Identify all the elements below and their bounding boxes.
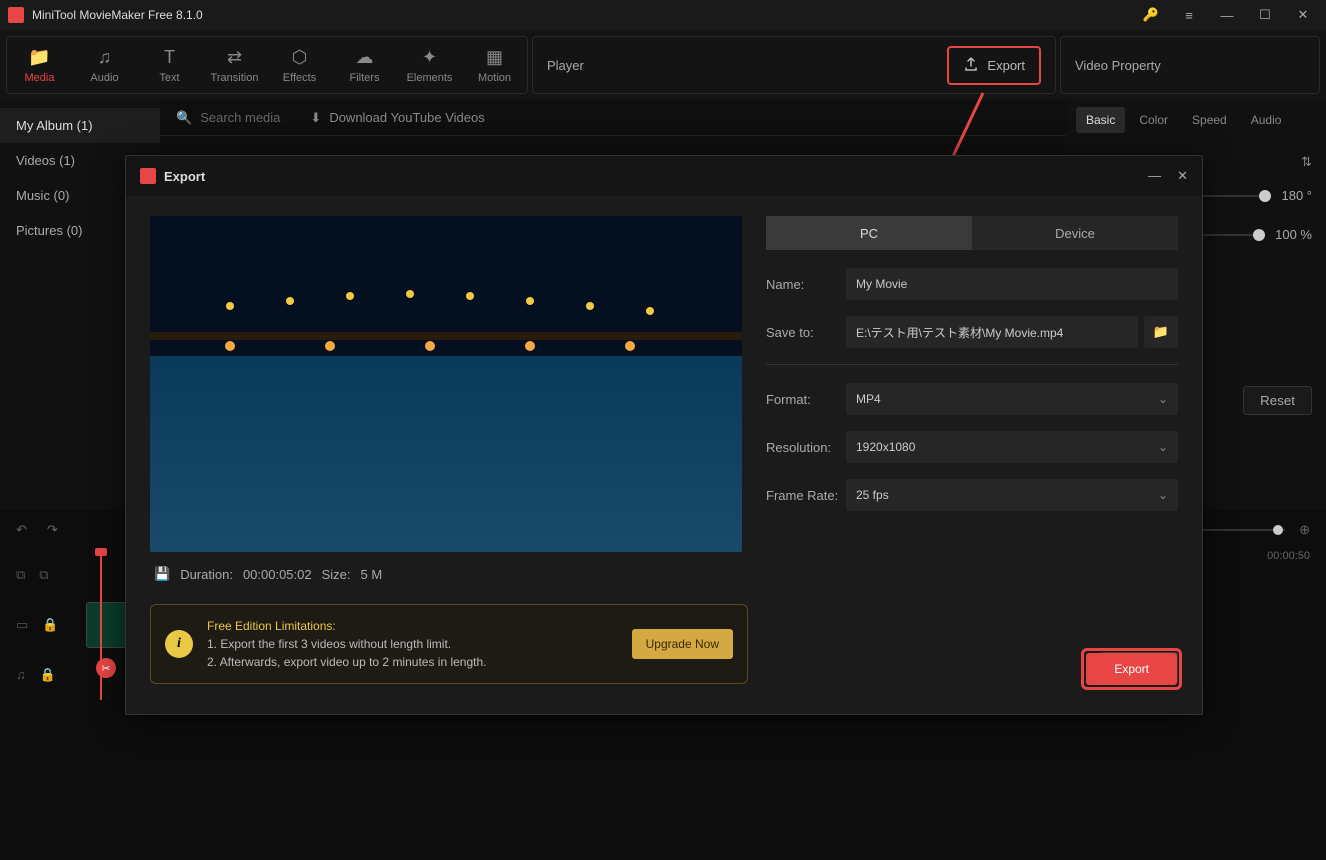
target-tab-device[interactable]: Device bbox=[972, 216, 1178, 250]
zoom-in-icon[interactable]: ⊕ bbox=[1299, 522, 1310, 538]
name-input[interactable]: My Movie bbox=[846, 268, 1178, 300]
video-track-icon: ▭ bbox=[16, 617, 28, 633]
saveto-input[interactable]: E:\テスト用\テスト素材\My Movie.mp4 bbox=[846, 316, 1138, 348]
folder-icon: 📁 bbox=[28, 47, 50, 68]
opacity-value: 100 % bbox=[1275, 227, 1312, 242]
lock-icon[interactable]: 🔒 bbox=[40, 667, 56, 683]
target-tab-pc[interactable]: PC bbox=[766, 216, 972, 250]
resolution-label: Resolution: bbox=[766, 440, 846, 455]
export-icon bbox=[963, 56, 979, 75]
dialog-logo-icon bbox=[140, 168, 156, 184]
export-dialog: Export — ✕ PC Dev bbox=[125, 155, 1203, 715]
dialog-title: Export bbox=[164, 169, 205, 184]
tab-effects[interactable]: ⬡Effects bbox=[267, 37, 332, 93]
redo-icon[interactable]: ↷ bbox=[47, 522, 58, 538]
save-icon: 💾 bbox=[154, 566, 170, 582]
rotate-value: 180 ° bbox=[1281, 188, 1312, 203]
export-button-label: Export bbox=[987, 58, 1025, 73]
resolution-dropdown[interactable]: 1920x1080⌄ bbox=[846, 431, 1178, 463]
tab-elements[interactable]: ✦Elements bbox=[397, 37, 462, 93]
name-label: Name: bbox=[766, 277, 846, 292]
prop-tab-basic[interactable]: Basic bbox=[1076, 107, 1125, 133]
copy-icon[interactable]: ⧉ bbox=[16, 567, 25, 583]
divider bbox=[766, 364, 1178, 365]
prop-tab-audio[interactable]: Audio bbox=[1241, 107, 1292, 133]
upgrade-button[interactable]: Upgrade Now bbox=[632, 629, 733, 659]
effects-icon: ⬡ bbox=[292, 47, 308, 68]
sidebar-item-myalbum[interactable]: My Album (1) bbox=[0, 108, 160, 143]
reset-button[interactable]: Reset bbox=[1243, 386, 1312, 415]
export-button-top[interactable]: Export bbox=[947, 46, 1041, 85]
close-button[interactable]: ✕ bbox=[1288, 0, 1318, 30]
export-button[interactable]: Export bbox=[1086, 653, 1177, 685]
browse-button[interactable]: 📁 bbox=[1144, 316, 1178, 348]
undo-icon[interactable]: ↶ bbox=[16, 522, 27, 538]
search-input[interactable]: 🔍 Search media bbox=[176, 110, 280, 126]
audio-track-icon: ♫ bbox=[16, 667, 26, 683]
player-label: Player bbox=[547, 58, 584, 73]
menu-icon[interactable]: ≡ bbox=[1174, 0, 1204, 30]
tab-media[interactable]: 📁Media bbox=[7, 37, 72, 93]
prop-tab-speed[interactable]: Speed bbox=[1182, 107, 1237, 133]
music-icon: ♫ bbox=[98, 47, 112, 68]
folder-icon: 📁 bbox=[1153, 324, 1169, 340]
format-label: Format: bbox=[766, 392, 846, 407]
tab-audio[interactable]: ♫Audio bbox=[72, 37, 137, 93]
tab-text[interactable]: TText bbox=[137, 37, 202, 93]
elements-icon: ✦ bbox=[422, 47, 437, 68]
cut-icon[interactable]: ✂ bbox=[96, 658, 116, 678]
filters-icon: ☁ bbox=[356, 47, 374, 68]
search-icon: 🔍 bbox=[176, 110, 192, 126]
framerate-label: Frame Rate: bbox=[766, 488, 846, 503]
saveto-label: Save to: bbox=[766, 325, 846, 340]
limitation-line2: 2. Afterwards, export video up to 2 minu… bbox=[207, 653, 618, 671]
download-youtube-link[interactable]: ⬇ Download YouTube Videos bbox=[310, 110, 484, 126]
download-icon: ⬇ bbox=[310, 110, 321, 126]
limitation-notice: i Free Edition Limitations: 1. Export th… bbox=[150, 604, 748, 684]
paste-icon[interactable]: ⧉ bbox=[39, 567, 48, 583]
app-title: MiniTool MovieMaker Free 8.1.0 bbox=[32, 8, 203, 22]
tab-transition[interactable]: ⇄Transition bbox=[202, 37, 267, 93]
playhead[interactable] bbox=[100, 550, 102, 700]
export-button-highlight: Export bbox=[1081, 648, 1182, 690]
limitation-title: Free Edition Limitations: bbox=[207, 617, 618, 635]
lock-icon[interactable]: 🔒 bbox=[42, 617, 58, 633]
flip-icon[interactable]: ⇅ bbox=[1301, 154, 1312, 170]
video-property-label: Video Property bbox=[1075, 58, 1161, 73]
chevron-down-icon: ⌄ bbox=[1158, 392, 1168, 406]
transition-icon: ⇄ bbox=[227, 47, 242, 68]
dialog-minimize-button[interactable]: — bbox=[1148, 168, 1161, 184]
search-placeholder: Search media bbox=[200, 110, 280, 125]
license-key-icon[interactable]: 🔑 bbox=[1136, 0, 1166, 30]
tab-motion[interactable]: ▦Motion bbox=[462, 37, 527, 93]
player-panel: Player Export bbox=[532, 36, 1056, 94]
app-logo-icon bbox=[8, 7, 24, 23]
limitation-line1: 1. Export the first 3 videos without len… bbox=[207, 635, 618, 653]
top-toolbar: 📁Media ♫Audio TText ⇄Transition ⬡Effects… bbox=[0, 30, 1326, 100]
chevron-down-icon: ⌄ bbox=[1158, 488, 1168, 502]
prop-tab-color[interactable]: Color bbox=[1129, 107, 1178, 133]
motion-icon: ▦ bbox=[486, 47, 503, 68]
export-meta: 💾 Duration: 00:00:05:02 Size: 5 M bbox=[126, 552, 1202, 596]
dialog-close-button[interactable]: ✕ bbox=[1177, 168, 1188, 184]
export-preview bbox=[150, 216, 742, 552]
info-icon: i bbox=[165, 630, 193, 658]
minimize-button[interactable]: — bbox=[1212, 0, 1242, 30]
title-bar: MiniTool MovieMaker Free 8.1.0 🔑 ≡ — ☐ ✕ bbox=[0, 0, 1326, 30]
tab-filters[interactable]: ☁Filters bbox=[332, 37, 397, 93]
framerate-dropdown[interactable]: 25 fps⌄ bbox=[846, 479, 1178, 511]
text-icon: T bbox=[164, 47, 175, 68]
maximize-button[interactable]: ☐ bbox=[1250, 0, 1280, 30]
video-property-panel: Video Property bbox=[1060, 36, 1320, 94]
format-dropdown[interactable]: MP4⌄ bbox=[846, 383, 1178, 415]
chevron-down-icon: ⌄ bbox=[1158, 440, 1168, 454]
